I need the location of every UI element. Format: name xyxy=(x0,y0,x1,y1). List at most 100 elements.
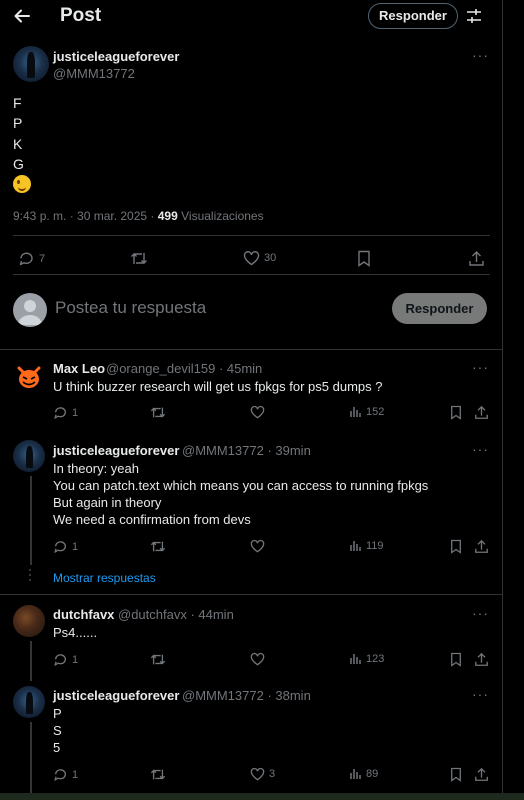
avatar[interactable] xyxy=(13,440,45,472)
more-options-icon[interactable]: ··· xyxy=(472,686,489,702)
sliders-icon[interactable] xyxy=(465,7,483,25)
reply-input[interactable]: Postea tu respuesta xyxy=(55,298,206,318)
like-action[interactable] xyxy=(250,405,265,419)
reply-meta[interactable]: @orange_devil159 · 45min xyxy=(106,361,262,376)
divider xyxy=(13,274,490,275)
reply-author-name[interactable]: justiceleagueforever xyxy=(53,688,179,703)
avatar[interactable] xyxy=(13,46,49,82)
reply-author-name[interactable]: Max Leo xyxy=(53,361,105,376)
reply-action[interactable]: 1 xyxy=(53,539,78,554)
user-avatar xyxy=(13,293,47,327)
repost-icon xyxy=(150,407,166,418)
reply-icon xyxy=(54,769,66,782)
heart-icon xyxy=(250,767,265,781)
scrollbar-area[interactable] xyxy=(503,0,524,800)
post-time[interactable]: 9:43 p. m. · 30 mar. 2025 · xyxy=(13,209,158,223)
like-count: 3 xyxy=(269,768,276,780)
more-options-icon[interactable]: ··· xyxy=(472,359,489,375)
reply-meta[interactable]: @MMM13772 · 39min xyxy=(182,443,311,458)
thread-line xyxy=(30,641,32,681)
repost-action[interactable] xyxy=(150,539,166,554)
heart-icon xyxy=(250,405,265,419)
bookmark-action[interactable] xyxy=(357,250,371,267)
views-label: Visualizaciones xyxy=(177,209,264,223)
reply-text-line: We need a confirmation from devs xyxy=(53,512,251,527)
avatar[interactable] xyxy=(14,362,44,392)
heart-icon xyxy=(250,652,265,666)
repost-action[interactable] xyxy=(150,767,166,782)
share-action[interactable] xyxy=(474,405,489,420)
reply-text-line: U think buzzer research will get us fpkg… xyxy=(53,379,383,394)
views-action[interactable]: 119 xyxy=(349,539,384,552)
views-action[interactable]: 152 xyxy=(349,405,384,418)
reply-text-line: Ps4...... xyxy=(53,625,98,640)
like-action[interactable]: 30 xyxy=(243,250,276,266)
repost-icon xyxy=(150,541,166,552)
avatar[interactable] xyxy=(13,686,45,718)
more-options-icon[interactable]: ··· xyxy=(472,47,489,63)
reply-count: 1 xyxy=(72,768,79,781)
like-action[interactable] xyxy=(250,539,265,553)
views-count: 152 xyxy=(366,405,385,418)
bookmark-action[interactable] xyxy=(450,652,462,667)
bookmark-icon xyxy=(451,405,461,420)
reply-count: 1 xyxy=(72,406,79,419)
reply-meta[interactable]: @MMM13772 · 38min xyxy=(182,688,311,703)
heart-icon xyxy=(250,539,265,553)
views-action[interactable]: 89 xyxy=(349,767,378,780)
header-reply-button[interactable]: Responder xyxy=(368,3,458,29)
post-timestamp: 9:43 p. m. · 30 mar. 2025 · 499 Visualiz… xyxy=(13,209,264,223)
reply-meta[interactable]: @dutchfavx · 44min xyxy=(118,607,234,622)
views-action[interactable]: 123 xyxy=(349,652,384,665)
share-action[interactable] xyxy=(474,767,489,782)
divider xyxy=(0,594,503,595)
repost-icon xyxy=(150,654,166,665)
reply-author-name[interactable]: dutchfavx xyxy=(53,607,114,622)
share-action[interactable] xyxy=(474,652,489,667)
reply-text-line: 5 xyxy=(53,740,61,755)
share-icon xyxy=(475,652,488,666)
repost-action[interactable] xyxy=(150,652,166,667)
header-bar: Post Responder xyxy=(0,0,503,32)
analytics-icon xyxy=(350,654,361,664)
reply-submit-button[interactable]: Responder xyxy=(392,293,487,324)
reply-author-name[interactable]: justiceleagueforever xyxy=(53,443,179,458)
repost-icon xyxy=(150,769,166,780)
page-title: Post xyxy=(60,5,102,26)
like-count: 30 xyxy=(264,252,277,264)
devil-icon xyxy=(17,366,41,388)
post-text-line: K xyxy=(13,136,23,152)
reply-action[interactable]: 1 xyxy=(53,767,78,782)
bookmark-action[interactable] xyxy=(450,405,462,420)
share-icon xyxy=(469,251,484,266)
more-options-icon[interactable]: ··· xyxy=(472,441,489,457)
share-icon xyxy=(475,767,488,781)
repost-action[interactable] xyxy=(150,405,166,420)
reply-icon xyxy=(54,654,66,667)
reply-action[interactable]: 1 xyxy=(53,652,78,667)
reply-text-line: P xyxy=(53,706,62,721)
more-options-icon[interactable]: ··· xyxy=(472,605,489,621)
like-action[interactable]: 3 xyxy=(250,767,275,781)
like-action[interactable] xyxy=(250,652,265,666)
post-text-line: P xyxy=(13,115,23,131)
winking-face-icon xyxy=(13,175,31,193)
back-arrow-icon[interactable] xyxy=(12,6,32,26)
repost-action[interactable] xyxy=(130,250,148,267)
share-action[interactable] xyxy=(468,250,485,267)
bookmark-icon xyxy=(358,250,370,267)
author-handle[interactable]: @MMM13772 xyxy=(53,66,135,81)
reply-action[interactable]: 7 xyxy=(18,250,45,267)
thread-line xyxy=(30,722,32,793)
avatar[interactable] xyxy=(13,605,45,637)
user-silhouette-icon xyxy=(18,300,42,325)
bookmark-action[interactable] xyxy=(450,539,462,554)
author-name[interactable]: justiceleagueforever xyxy=(53,49,179,64)
bookmark-action[interactable] xyxy=(450,767,462,782)
views-count: 123 xyxy=(366,652,385,665)
share-action[interactable] xyxy=(474,539,489,554)
reply-action[interactable]: 1 xyxy=(53,405,78,420)
show-replies-link[interactable]: Mostrar respuestas xyxy=(53,571,156,585)
divider xyxy=(13,235,490,236)
analytics-icon xyxy=(350,407,361,417)
